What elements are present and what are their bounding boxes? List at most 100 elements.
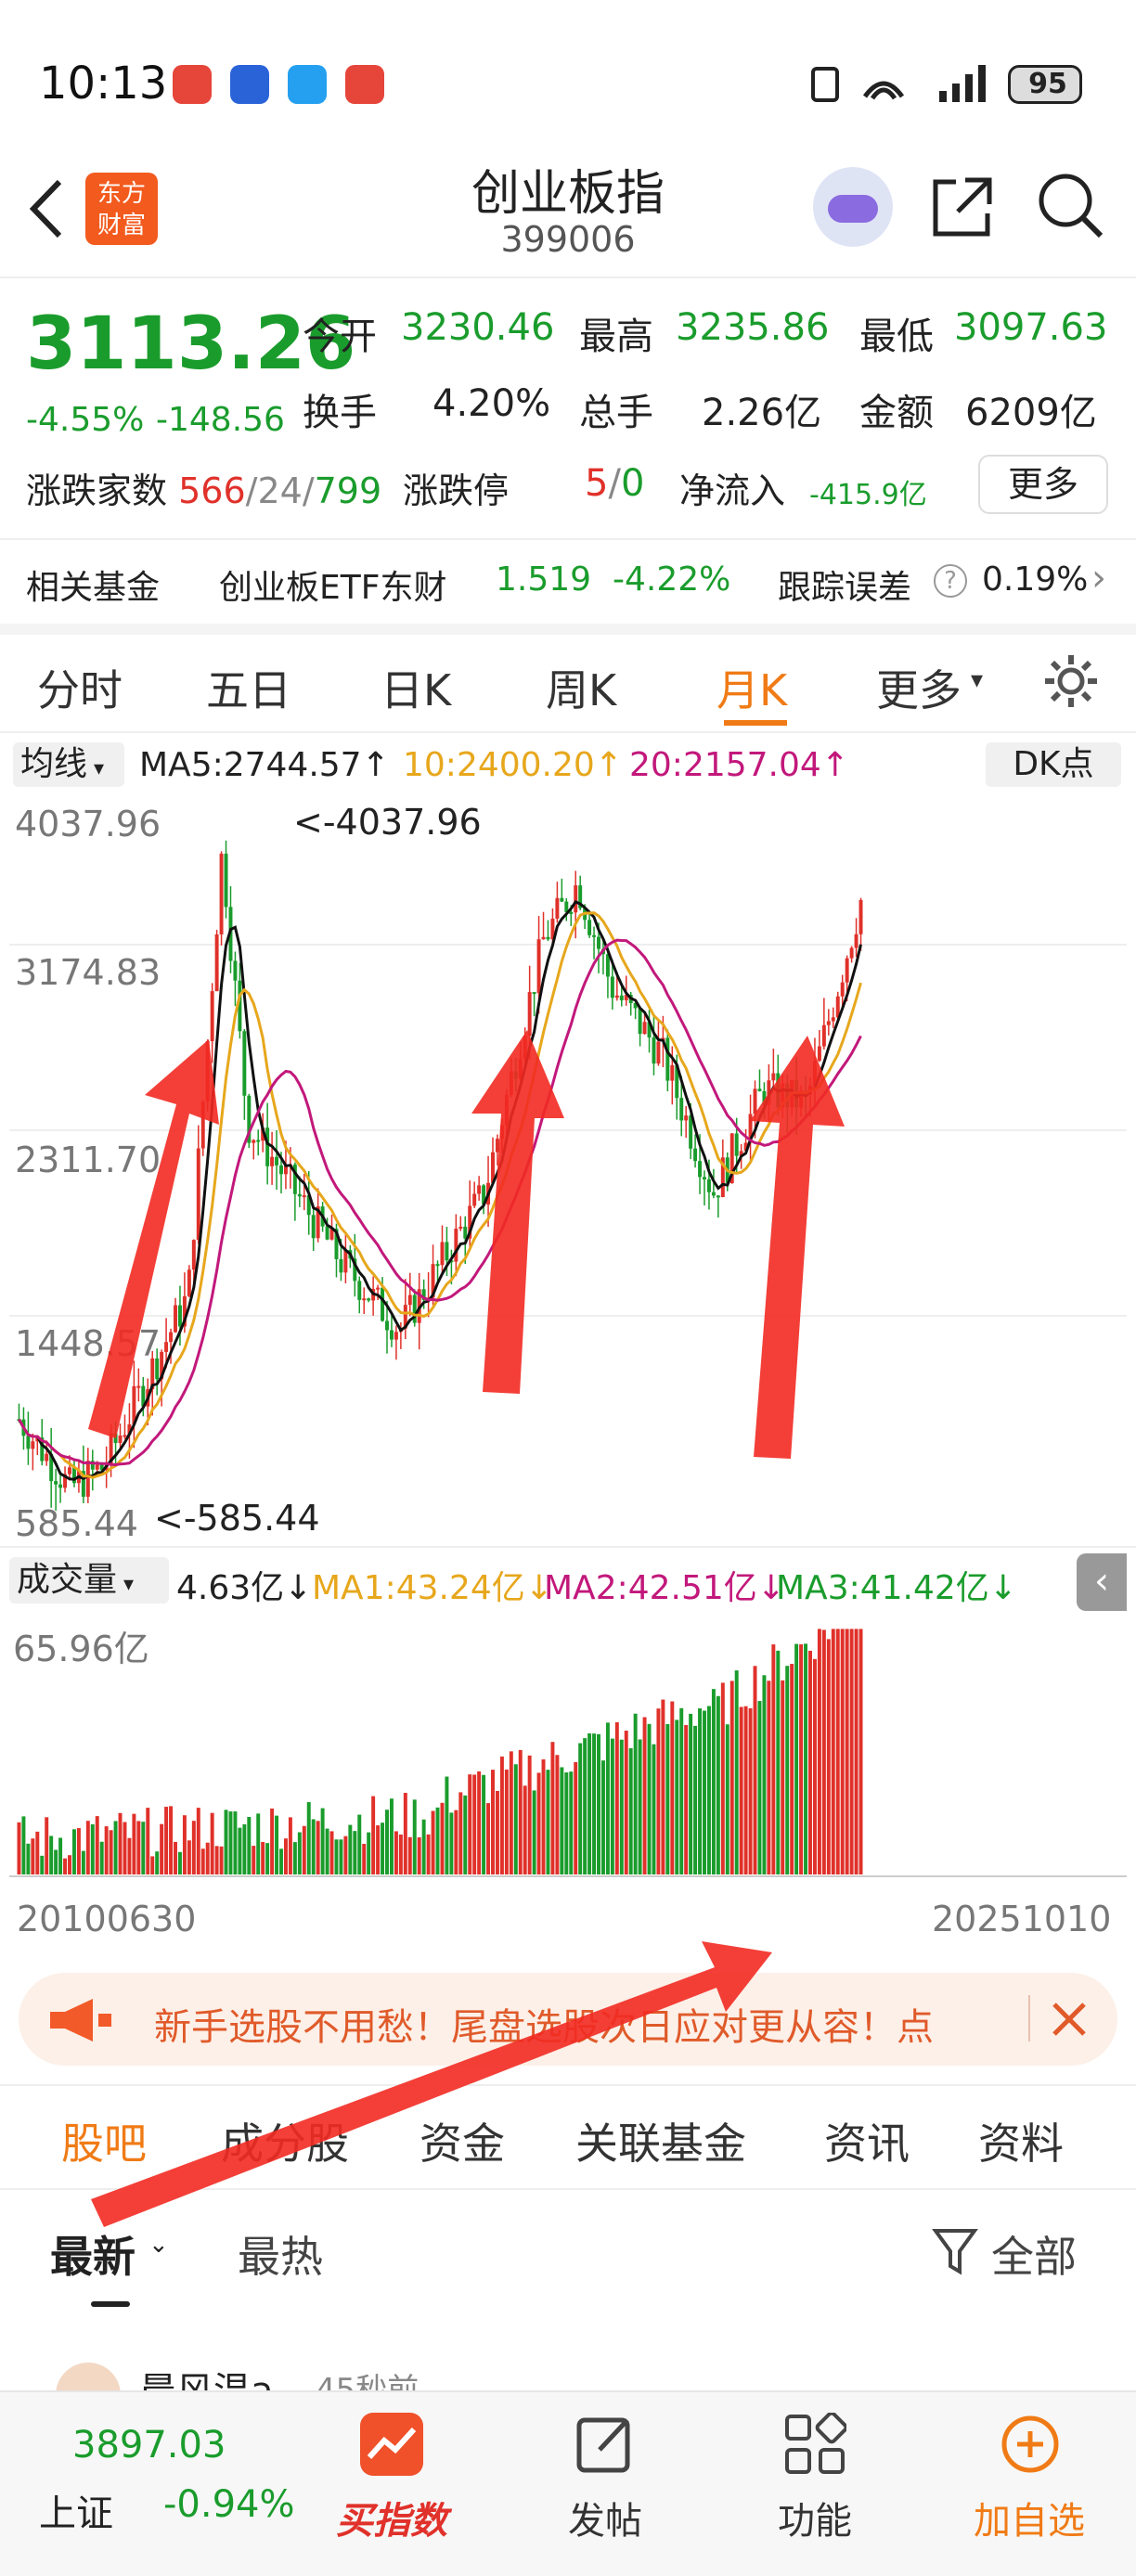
help-icon[interactable]: ?	[934, 564, 967, 598]
candle-body	[734, 1133, 739, 1156]
tab-monthly-k[interactable]: 月K	[716, 657, 787, 718]
price-chart[interactable]: 4037.96 3174.83 2311.70 1448.57 585.44 <…	[9, 796, 1127, 1544]
volume-bar	[527, 1755, 532, 1874]
volume-bar	[228, 1811, 233, 1874]
ma-line	[18, 911, 862, 1479]
functions-button[interactable]: 功能	[759, 2413, 871, 2561]
candle-body	[703, 1177, 706, 1179]
volume-bar	[821, 1629, 826, 1874]
search-icon[interactable]	[1036, 171, 1106, 241]
ma-selector[interactable]: 均线 ▾	[13, 742, 124, 787]
dk-point-button[interactable]: DK点	[986, 742, 1121, 787]
volume-label: 总手	[579, 392, 653, 434]
candle-body	[31, 1441, 35, 1449]
candle-body	[454, 1229, 458, 1262]
volume-bar	[389, 1798, 394, 1874]
volume-bar	[270, 1808, 275, 1874]
volume-bar	[536, 1772, 541, 1874]
collapse-panel-icon[interactable]: ‹	[1077, 1553, 1127, 1611]
robot-avatar-icon[interactable]	[813, 167, 893, 247]
buy-index-button[interactable]: 买指数	[334, 2413, 449, 2561]
tab-weekly-k[interactable]: 周K	[546, 657, 616, 718]
volume-bar	[385, 1810, 389, 1874]
volume-bar	[670, 1701, 675, 1874]
sort-indicator	[91, 2301, 130, 2307]
volume-bar	[306, 1802, 311, 1874]
volume-bar	[541, 1758, 546, 1874]
candle-body	[574, 885, 578, 913]
tab-guba[interactable]: 股吧	[61, 2110, 147, 2171]
volume-bar	[564, 1772, 569, 1874]
volume-bar	[357, 1814, 362, 1874]
index-value: 3897.03	[72, 2424, 226, 2467]
back-icon[interactable]	[26, 176, 67, 241]
volume-bar	[656, 1708, 661, 1874]
volume-bar	[275, 1815, 279, 1874]
candle-body	[504, 1094, 509, 1126]
volume-bar	[647, 1723, 652, 1874]
volume-bar	[421, 1819, 426, 1874]
volume-bar	[675, 1719, 679, 1874]
volume-bar	[794, 1643, 799, 1874]
volume-bar	[550, 1742, 555, 1874]
candle-body	[118, 1435, 123, 1444]
volume-bar	[587, 1732, 592, 1874]
candle-body	[136, 1385, 141, 1388]
tab-profile[interactable]: 资料	[978, 2110, 1064, 2171]
post-button[interactable]: 发帖	[549, 2413, 661, 2561]
tab-intraday[interactable]: 分时	[37, 657, 123, 718]
sort-hottest[interactable]: 最热	[238, 2223, 323, 2285]
volume-chart[interactable]: 65.96亿	[9, 1615, 1127, 1884]
candle-body	[831, 1017, 835, 1022]
tab-constituents[interactable]: 成分股	[221, 2110, 349, 2171]
volume-bar	[54, 1849, 58, 1874]
volume-bar	[256, 1813, 261, 1874]
candle-body	[499, 1125, 504, 1140]
volume-value: 4.63亿↓	[176, 1569, 313, 1607]
candle-body	[196, 1148, 200, 1241]
chart-tabs: 分时 五日 日K 周K 月K 更多 ▾	[0, 635, 1136, 731]
tab-daily-k[interactable]: 日K	[381, 657, 451, 718]
fund-name: 创业板ETF东财	[219, 569, 447, 607]
candle-body	[367, 1298, 371, 1301]
inflow-label: 净流入	[679, 470, 786, 511]
candle-body	[297, 1193, 302, 1197]
track-error-value: 0.19%	[982, 560, 1089, 599]
post-preview[interactable]: 晨风温a 45秒前	[0, 2357, 1136, 2394]
volume-bar	[661, 1699, 665, 1874]
close-icon[interactable]	[1051, 2001, 1088, 2038]
volume-max-label: 65.96亿	[13, 1629, 149, 1669]
related-fund-row[interactable]: 相关基金 创业板ETF东财 1.519 -4.22% 跟踪误差 ? 0.19% …	[0, 540, 1136, 624]
trend-icon	[360, 2413, 423, 2476]
add-watchlist-button[interactable]: 加自选	[960, 2413, 1099, 2561]
tab-capital[interactable]: 资金	[420, 2110, 505, 2171]
volume-bar	[504, 1769, 509, 1874]
more-button[interactable]: 更多	[978, 455, 1108, 514]
tab-news[interactable]: 资讯	[824, 2110, 910, 2171]
volume-bar	[665, 1723, 670, 1874]
volume-bar	[348, 1824, 353, 1874]
volume-bar	[174, 1841, 177, 1874]
tab-five-day[interactable]: 五日	[206, 657, 291, 718]
max-price-marker: <-4037.96	[293, 802, 482, 843]
candle-body	[385, 1320, 389, 1331]
notification-icons	[173, 65, 386, 104]
filter-label[interactable]: 全部	[991, 2223, 1077, 2285]
candle-body	[495, 1139, 499, 1153]
volume-indicator-bar: 成交量 ▾ 4.63亿↓ MA1:43.24亿↓ MA2:42.51亿↓ MA3…	[0, 1546, 1136, 1611]
limit-sep: /	[608, 462, 621, 505]
volume-bar	[767, 1681, 771, 1874]
share-icon[interactable]	[928, 173, 997, 241]
settings-gear-icon[interactable]	[1041, 651, 1101, 711]
volume-bar	[808, 1650, 812, 1874]
filter-icon[interactable]	[932, 2227, 978, 2277]
ma-selector-label: 均线	[20, 745, 88, 783]
promo-banner[interactable]: 新手选股不用愁！尾盘选股次日应对更从容！点	[19, 1973, 1117, 2066]
sort-latest[interactable]: 最新	[50, 2223, 136, 2285]
volume-bar	[325, 1828, 329, 1874]
volume-bar	[81, 1850, 85, 1874]
candle-body	[472, 1193, 477, 1206]
tab-related-funds[interactable]: 关联基金	[575, 2110, 746, 2171]
tab-more[interactable]: 更多	[876, 657, 962, 718]
volume-selector[interactable]: 成交量 ▾	[9, 1557, 169, 1604]
